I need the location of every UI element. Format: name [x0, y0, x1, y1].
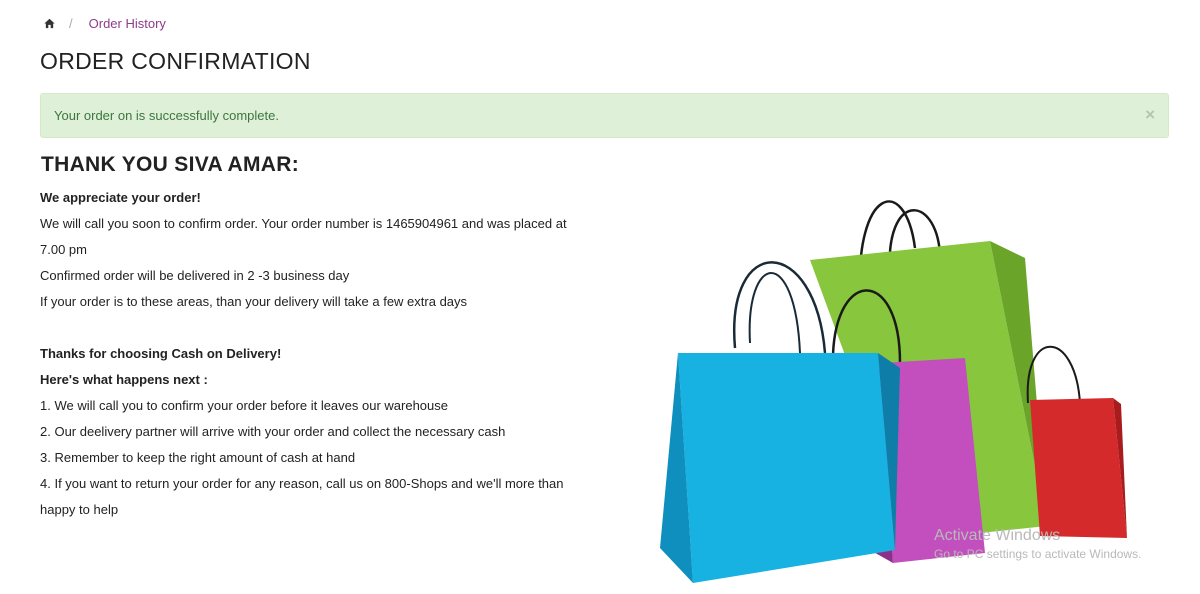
- watermark-title: Activate Windows: [934, 527, 1061, 544]
- step-4-line1: 4. If you want to return your order for …: [40, 476, 564, 491]
- breadcrumb-home-link[interactable]: [44, 18, 55, 29]
- next-steps-title: Here's what happens next :: [40, 372, 208, 387]
- page-title: ORDER CONFIRMATION: [40, 48, 311, 74]
- call-text-line1: We will call you soon to confirm order. …: [40, 216, 567, 231]
- watermark-subtitle: Go to PC settings to activate Windows.: [934, 547, 1142, 561]
- call-text-line2: 7.00 pm: [40, 242, 87, 257]
- areas-text: If your order is to these areas, than yo…: [40, 294, 468, 309]
- windows-activation-watermark: Activate Windows Go to PC settings to ac…: [934, 527, 1141, 561]
- appreciate-text: We appreciate your order!: [40, 190, 201, 205]
- breadcrumb: / Order History: [44, 14, 166, 32]
- delivery-text: Confirmed order will be delivered in 2 -…: [40, 268, 350, 283]
- breadcrumb-separator: /: [69, 15, 73, 31]
- step-1: 1. We will call you to confirm your orde…: [40, 398, 449, 413]
- home-icon: [44, 18, 55, 28]
- breadcrumb-order-history-link[interactable]: Order History: [89, 16, 166, 31]
- step-2: 2. Our deelivery partner will arrive wit…: [40, 424, 506, 439]
- success-alert: Your order on is successfully complete. …: [40, 93, 1169, 138]
- step-3: 3. Remember to keep the right amount of …: [40, 450, 356, 465]
- step-4-line2: happy to help: [40, 502, 119, 517]
- alert-message: Your order on is successfully complete.: [54, 108, 279, 123]
- thank-you-heading: THANK YOU SIVA AMAR:: [41, 153, 299, 176]
- confirmation-details: We appreciate your order! We will call y…: [40, 185, 600, 523]
- cod-title: Thanks for choosing Cash on Delivery!: [40, 346, 282, 361]
- red-bag-icon: [1026, 346, 1127, 538]
- alert-close-button[interactable]: ×: [1145, 106, 1155, 123]
